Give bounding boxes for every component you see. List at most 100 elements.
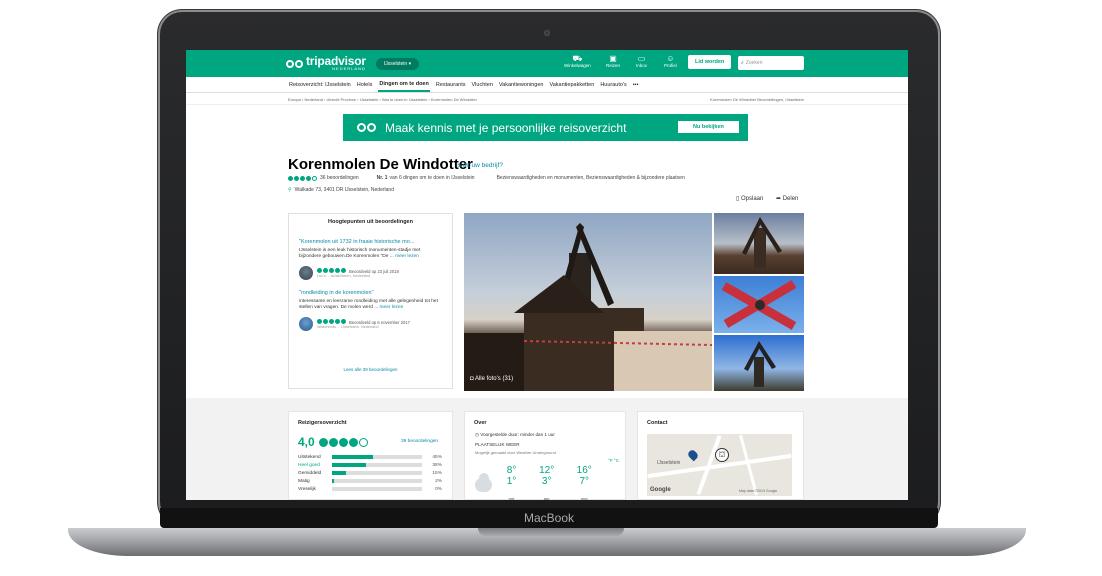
rating-score: 4,0: [298, 435, 371, 449]
avatar[interactable]: [299, 266, 313, 280]
search-icon: ⌕: [741, 60, 744, 66]
rating-bubbles: [288, 175, 317, 181]
promo-banner[interactable]: Maak kennis met je persoonlijke reisover…: [343, 114, 748, 141]
map-marker-icon[interactable]: [686, 448, 700, 462]
contact-map[interactable]: ⛫ IJsselstein Google Map data ©2019 Goog…: [647, 434, 792, 496]
camera-icon: ◘: [470, 376, 474, 382]
chevron-down-icon: ▾: [408, 60, 412, 67]
save-label: Opslaan: [740, 196, 764, 202]
location-selector[interactable]: IJsselstein ▾: [375, 57, 420, 70]
weather-forecast: 8° 1° mrt 12° 3° apr 16° 7° mei: [475, 465, 610, 500]
attraction-marker-icon[interactable]: ⛫: [715, 448, 729, 462]
categories[interactable]: Bezienswaardigheden en monumenten, Bezie…: [497, 175, 685, 181]
read-more-link[interactable]: meer lezen: [395, 254, 419, 259]
cart-button[interactable]: ⛟ Winkelwagen: [564, 54, 591, 68]
breadcrumb-item[interactable]: Wat te doen in IJsselstein: [382, 97, 427, 102]
menu-item-packages[interactable]: Vakantiepakketten: [549, 82, 594, 88]
photo-thumbnail[interactable]: [712, 335, 804, 391]
about-title: Over: [474, 420, 487, 426]
rating-row[interactable]: Heel goed 38%: [298, 461, 446, 469]
windmill-photo: [464, 223, 712, 391]
review-title[interactable]: "Korenmolen uit 1732 in fraaie historisc…: [299, 239, 442, 245]
reviews-count-link[interactable]: 36 beoordelingen: [320, 175, 359, 181]
profile-button[interactable]: ☺ Profiel: [664, 54, 677, 68]
menu-item-car-rentals[interactable]: Huurauto's: [600, 82, 626, 88]
save-button[interactable]: ▯ Opslaan: [736, 195, 763, 202]
rating-label: Matig: [298, 478, 310, 484]
review-snippet: "Korenmolen uit 1732 in fraaie historisc…: [289, 239, 452, 280]
location-label: IJsselstein: [383, 60, 408, 67]
review-user: Luc's ... Amstelveen, Nederland: [317, 274, 371, 278]
breadcrumb-page-title: Korenmolen De Windotter Beoordelingen, I…: [710, 97, 804, 102]
map-city: IJsselstein: [657, 460, 681, 466]
owl-icon: [286, 59, 304, 68]
tripadvisor-logo[interactable]: tripadvisor NEDERLAND: [286, 55, 366, 71]
breadcrumb-item[interactable]: Nederland: [304, 97, 322, 102]
review-body: interessante en leerzame rondleiding met…: [299, 299, 438, 310]
rating-row[interactable]: Gemiddeld 15%: [298, 469, 446, 477]
inbox-button[interactable]: ▭ Inbox: [636, 54, 647, 68]
reviews-count-link[interactable]: 39 beoordelingen: [401, 439, 438, 444]
rating-breakdown: Uitstekend 45% Heel goed 38% Gemiddeld 15% Mat…: [298, 453, 446, 493]
weather-day: 8° 1° mrt: [506, 465, 517, 500]
rank-text[interactable]: van 6 dingen om te doen in IJsselstein: [390, 175, 475, 181]
weather-credit[interactable]: Mogelijk gemaakt door Weather Undergroun…: [475, 450, 625, 455]
banner-text: Maak kennis met je persoonlijke reisover…: [385, 120, 627, 135]
camera-icon: [544, 30, 550, 36]
menu-item-overview[interactable]: Reisoverzicht: IJsselstein: [289, 82, 351, 88]
rating-percent: 2%: [435, 478, 442, 484]
rating-percent: 0%: [435, 486, 442, 492]
temperature-unit-toggle[interactable]: °F °C: [608, 458, 619, 463]
google-logo: Google: [650, 487, 671, 493]
read-more-link[interactable]: meer lezen: [380, 305, 404, 310]
address-text[interactable]: Walkade 73, 3401 DR IJsselstein, Nederla…: [295, 187, 394, 193]
menu-item-things-to-do[interactable]: Dingen om te doen: [378, 78, 430, 92]
rating-row[interactable]: Matig 2%: [298, 477, 446, 485]
device-brand: MacBook: [523, 511, 575, 525]
photo-thumbnail[interactable]: [712, 213, 804, 274]
all-reviews-link[interactable]: Lees alle 39 beoordelingen: [289, 367, 452, 372]
share-button[interactable]: ➦ Delen: [776, 195, 798, 202]
rating-row[interactable]: Uitstekend 45%: [298, 453, 446, 461]
share-icon: ➦: [776, 196, 782, 202]
rating-bar-fill: [332, 479, 334, 483]
avatar[interactable]: [299, 317, 313, 331]
rating-bar: [332, 455, 422, 459]
rating-label: Gemiddeld: [298, 470, 322, 476]
profile-icon: ☺: [666, 54, 675, 63]
search-placeholder: Zoeken: [745, 60, 763, 66]
cart-label: Winkelwagen: [564, 63, 591, 68]
rating-bar: [332, 487, 422, 491]
main-photo[interactable]: [464, 213, 712, 391]
rating-bar: [332, 463, 422, 467]
review-title[interactable]: "rondleiding in de korenmolen": [299, 290, 442, 296]
suitcase-icon: ▣: [609, 54, 617, 63]
all-photos-link[interactable]: ◘ Alle foto's (31): [470, 376, 513, 382]
highlights-title: Hoogtepunten uit beoordelingen: [328, 219, 413, 225]
browser-screen: tripadvisor NEDERLAND IJsselstein ▾ ⛟ Win…: [186, 50, 908, 500]
trips-label: Reizen: [606, 63, 621, 68]
menu-item-vacation-rentals[interactable]: Vakantiewoningen: [499, 82, 544, 88]
weather-day: 12° 3° apr: [539, 465, 555, 500]
breadcrumb-item[interactable]: IJsselstein: [360, 97, 379, 102]
review-body: IJsselstein is een leuk historisch monum…: [299, 248, 421, 259]
rank-prefix: Nr. 1: [376, 175, 388, 181]
photo-thumbnail[interactable]: [712, 276, 804, 333]
breadcrumb-item[interactable]: Europa: [288, 97, 301, 102]
weather-title: PLAATSELIJK WEER: [475, 442, 520, 447]
breadcrumb-item[interactable]: Utrecht Province: [327, 97, 357, 102]
banner-button[interactable]: Nu bekijken: [678, 121, 739, 133]
rating-bubbles: [318, 437, 368, 447]
trips-button[interactable]: ▣ Reizen: [606, 54, 620, 68]
join-button[interactable]: Lid worden: [688, 55, 732, 69]
rating-row[interactable]: Vreselijk 0%: [298, 485, 446, 493]
menu-more-icon[interactable]: •••: [633, 82, 639, 88]
menu-item-hotels[interactable]: Hotels: [357, 82, 373, 88]
menu-item-restaurants[interactable]: Restaurants: [436, 82, 466, 88]
laptop-notch: [478, 528, 624, 536]
menu-item-flights[interactable]: Vluchten: [472, 82, 493, 88]
bookmark-icon: ▯: [736, 196, 740, 202]
about-card: Over ◷ Voorgestelde duur: minder dan 1 u…: [464, 411, 626, 500]
claim-business-link[interactable]: Is dit uw bedrijf?: [456, 162, 503, 169]
search-input[interactable]: ⌕ Zoeken: [738, 56, 804, 70]
